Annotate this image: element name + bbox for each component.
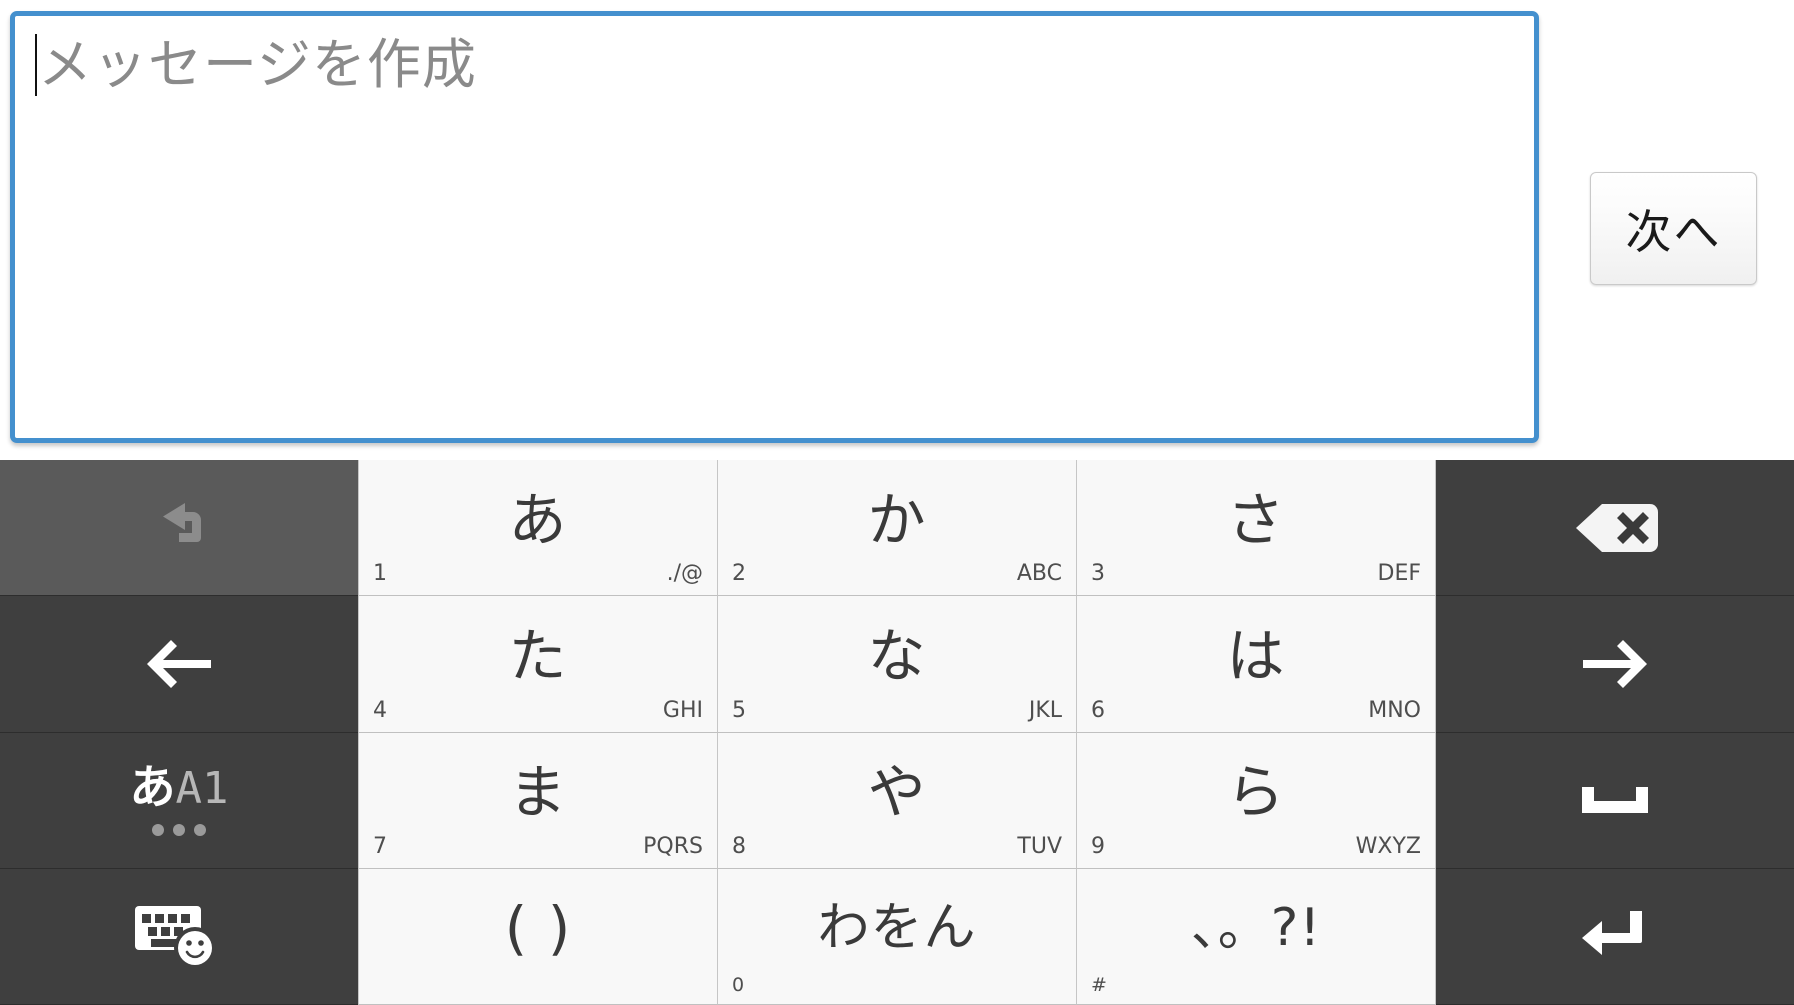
key-ya-row[interactable]: や 8 TUV <box>718 732 1077 869</box>
key-number: # <box>1091 974 1107 996</box>
keyboard-row-4: ( ) わをん 0 、。?! # <box>0 868 1794 1005</box>
key-ra-row[interactable]: ら 9 WXYZ <box>1077 732 1436 869</box>
keyboard-row-1: あ 1 ./@ か 2 ABC さ 3 DEF <box>0 460 1794 597</box>
key-glyph: ら <box>1226 758 1286 827</box>
mode-key-label: あA1 <box>130 764 229 811</box>
key-glyph: か <box>867 485 927 554</box>
key-glyph: や <box>867 758 927 827</box>
backspace-key[interactable] <box>1436 460 1794 597</box>
software-keyboard: あ 1 ./@ か 2 ABC さ 3 DEF た 4 GHI な 5 JKL … <box>0 460 1794 1005</box>
key-sa-row[interactable]: さ 3 DEF <box>1077 460 1436 597</box>
enter-icon <box>1436 869 1794 1004</box>
space-key[interactable] <box>1436 732 1794 869</box>
key-na-row[interactable]: な 5 JKL <box>718 596 1077 733</box>
key-alpha: WXYZ <box>1355 833 1421 859</box>
key-ma-row[interactable]: ま 7 PQRS <box>358 732 718 869</box>
undo-icon <box>0 460 358 595</box>
key-alpha: MNO <box>1368 697 1421 723</box>
key-number: 2 <box>732 561 746 587</box>
key-alpha: GHI <box>662 697 703 723</box>
keyboard-emoji-key[interactable] <box>0 868 358 1005</box>
key-punctuation[interactable]: 、。?! # <box>1077 868 1436 1005</box>
key-alpha: PQRS <box>643 833 703 859</box>
compose-screen: メッセージを作成 次へ <box>0 0 1794 460</box>
key-a-row[interactable]: あ 1 ./@ <box>358 460 718 597</box>
keyboard-row-3: あA1 ま 7 PQRS や 8 TUV ら 9 WXYZ <box>0 732 1794 869</box>
key-number: 6 <box>1091 697 1105 723</box>
key-parentheses[interactable]: ( ) <box>358 868 718 1005</box>
input-mode-key[interactable]: あA1 <box>0 732 358 869</box>
mode-key-dots-indicator <box>151 824 206 837</box>
backspace-icon <box>1436 460 1794 595</box>
enter-key[interactable] <box>1436 868 1794 1005</box>
key-number: 0 <box>732 974 745 996</box>
space-icon <box>1436 733 1794 868</box>
key-alpha: ./@ <box>666 561 703 587</box>
key-number: 9 <box>1091 833 1105 859</box>
dot <box>193 824 206 837</box>
compose-placeholder: メッセージを作成 <box>38 33 477 96</box>
key-glyph: ま <box>508 758 568 827</box>
mode-key-content: あA1 <box>130 764 229 837</box>
key-ka-row[interactable]: か 2 ABC <box>718 460 1077 597</box>
key-ha-row[interactable]: は 6 MNO <box>1077 596 1436 733</box>
key-glyph: た <box>508 621 568 690</box>
key-alpha: TUV <box>1017 833 1062 859</box>
keyboard-emoji-icon <box>0 869 358 1004</box>
key-glyph: 、。?! <box>1190 898 1322 959</box>
cursor-left-key[interactable] <box>0 596 358 733</box>
key-number: 5 <box>732 697 746 723</box>
next-button[interactable]: 次へ <box>1590 172 1757 285</box>
key-alpha: DEF <box>1377 561 1422 587</box>
key-glyph: わをん <box>817 898 977 959</box>
dot <box>172 824 185 837</box>
mode-key-kana: あ <box>129 760 176 815</box>
undo-key[interactable] <box>0 460 358 597</box>
mode-key-alnum: A1 <box>175 763 229 815</box>
key-glyph: あ <box>508 485 568 554</box>
keyboard-row-2: た 4 GHI な 5 JKL は 6 MNO <box>0 596 1794 733</box>
key-number: 8 <box>732 833 746 859</box>
next-button-label: 次へ <box>1625 204 1722 259</box>
key-number: 3 <box>1091 561 1105 587</box>
key-ta-row[interactable]: た 4 GHI <box>358 596 718 733</box>
arrow-left-icon <box>0 596 358 731</box>
key-wa-row[interactable]: わをん 0 <box>718 868 1077 1005</box>
cursor-right-key[interactable] <box>1436 596 1794 733</box>
key-glyph: ( ) <box>504 894 572 963</box>
key-alpha: ABC <box>1016 561 1062 587</box>
key-glyph: な <box>867 621 927 690</box>
key-glyph: は <box>1226 621 1286 690</box>
arrow-right-icon <box>1436 596 1794 731</box>
key-number: 7 <box>373 833 387 859</box>
key-number: 4 <box>373 697 387 723</box>
text-caret <box>35 34 37 96</box>
dot <box>151 824 164 837</box>
key-glyph: さ <box>1226 485 1286 554</box>
key-alpha: JKL <box>1028 697 1062 723</box>
compose-inner: メッセージを作成 <box>35 30 1526 100</box>
key-number: 1 <box>373 561 387 587</box>
message-compose-textarea[interactable]: メッセージを作成 <box>10 11 1539 443</box>
